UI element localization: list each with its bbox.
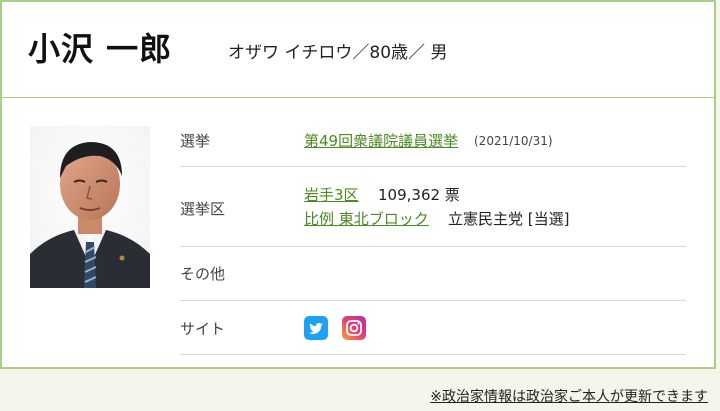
election-link[interactable]: 第49回衆議院議員選挙 (304, 130, 458, 151)
politician-photo (30, 126, 150, 288)
instagram-icon[interactable] (342, 316, 366, 340)
profile-header: 小沢 一郎 オザワ イチロウ／80歳／ 男 (2, 2, 714, 98)
district-link[interactable]: 岩手3区 (304, 184, 359, 205)
other-label: その他 (180, 265, 226, 283)
district-label: 選挙区 (180, 200, 226, 218)
election-date: (2021/10/31) (474, 134, 553, 148)
vote-count: 109,362 票 (378, 186, 460, 204)
divider (180, 300, 686, 301)
politician-name: 小沢 一郎 (28, 30, 173, 68)
election-label: 選挙 (180, 132, 211, 150)
site-label: サイト (180, 320, 226, 338)
update-info-note-link[interactable]: ※政治家情報は政治家ご本人が更新できます (430, 386, 708, 406)
divider (180, 246, 686, 247)
divider (180, 166, 686, 167)
twitter-icon[interactable] (304, 316, 328, 340)
politician-kana-age-gender: オザワ イチロウ／80歳／ 男 (228, 43, 448, 63)
politician-card: 小沢 一郎 オザワ イチロウ／80歳／ 男 選挙 第49回衆議院議員選挙 (20… (0, 0, 716, 369)
divider (180, 354, 686, 355)
pr-block-link[interactable]: 比例 東北ブロック (304, 208, 429, 229)
party-result: 立憲民主党 [当選] (448, 210, 570, 228)
